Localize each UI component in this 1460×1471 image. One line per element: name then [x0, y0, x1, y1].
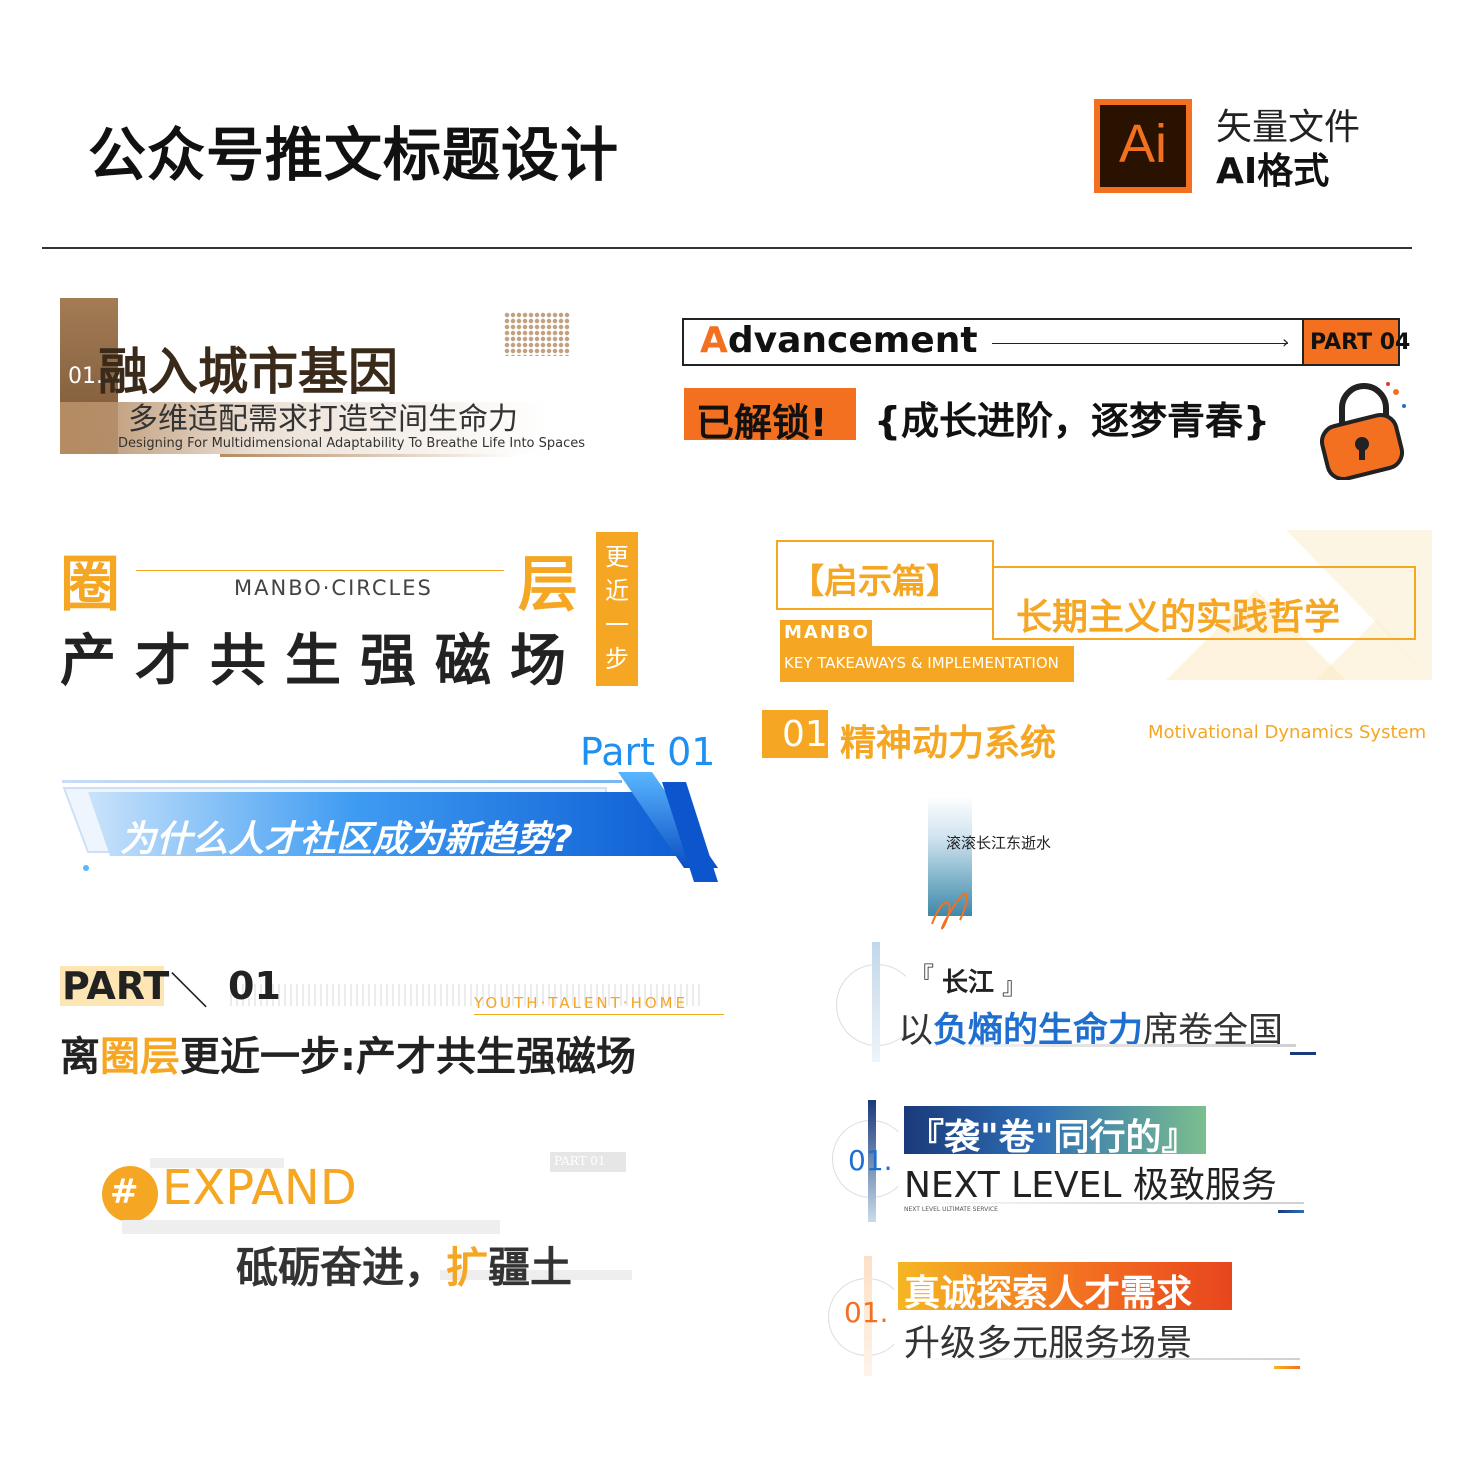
card-circles: 圈 MANBO·CIRCLES 层 产才共生强磁场 更近一步 — [58, 530, 648, 700]
expand-hash-circle: # — [102, 1166, 158, 1222]
card-motivation: 01 精神动力系统 Motivational Dynamics System — [762, 704, 1426, 764]
advancement-initial: A — [700, 320, 728, 361]
circles-line — [136, 570, 504, 571]
circles-english: MANBO·CIRCLES — [234, 576, 433, 600]
dot-pattern — [504, 312, 570, 356]
padlock-icon — [1319, 382, 1406, 480]
part01-title-c: 更近一步:产才共生强磁场 — [180, 1034, 636, 1080]
next-level-highlight: 『袭"卷"同行的』 — [908, 1117, 1198, 1158]
motivation-number-box: 01 — [762, 710, 828, 758]
advancement-rest: dvancement — [727, 320, 978, 361]
unlocked-label: 已解锁! — [696, 401, 828, 445]
yangtze-bracket-open: 『 — [910, 962, 934, 990]
part01-title: 离圈层更近一步:产才共生强磁场 — [60, 1024, 636, 1082]
card-yangtze: 『 长江 』 以负熵的生命力席卷全国 — [834, 942, 1334, 1066]
yangtze-underline — [896, 1044, 1296, 1047]
part01-title-a: 离 — [60, 1034, 100, 1080]
trend-title: 为什么人才社区成为新趋势? — [120, 819, 573, 860]
vertical-tag: 更近一步 — [596, 532, 638, 686]
manbo-badge: MANBO — [780, 620, 872, 646]
part01-english: YOUTH·TALENT·HOME — [474, 994, 689, 1012]
river-caption: 滚滚长江东逝水 — [946, 834, 1052, 852]
ai-logo: Ai — [1094, 99, 1192, 193]
talent-needs-underline — [900, 1358, 1300, 1360]
manbo-label: MANBO — [784, 622, 870, 643]
yangtze-accent-mark — [1290, 1052, 1316, 1055]
part01-slash: ＼ — [170, 969, 209, 1013]
page-title: 公众号推文标题设计 — [88, 121, 620, 189]
takeaways-badge: KEY TAKEAWAYS & IMPLEMENTATION — [780, 646, 1074, 682]
ai-format-label: AI格式 — [1216, 151, 1330, 192]
signature-scribble-icon — [931, 892, 968, 930]
part01-orange-line — [474, 1014, 724, 1015]
expand-part-label: PART 01 — [554, 1154, 606, 1168]
talent-needs-number: 01. — [844, 1296, 889, 1329]
yangtze-vertical-bar — [872, 942, 880, 1062]
card-part01: PART ＼ 01 YOUTH·TALENT·HOME 离圈层更近一步:产才共生… — [60, 960, 740, 1080]
card-river: 滚滚长江东逝水 — [906, 796, 1106, 946]
part01-number: 01 — [228, 964, 281, 1008]
motivation-title: 精神动力系统 — [840, 723, 1057, 764]
vertical-tag-label: 更近一步 — [605, 543, 629, 673]
expand-text: 砥砺奋进，扩疆土 — [236, 1234, 572, 1295]
card1-subtitle: 多维适配需求打造空间生命力 — [128, 402, 518, 437]
part01-title-b: 圈层 — [100, 1034, 180, 1080]
header-divider — [42, 247, 1412, 249]
insights-bracket-title: 【启示篇】 — [790, 562, 960, 602]
next-level-line2: NEXT LEVEL 极致服务 — [904, 1165, 1277, 1206]
brown-underline — [220, 454, 520, 457]
card2-slogan: {成长进阶，逐梦青春} — [874, 399, 1271, 443]
card-trend: Part 01 为什么人才社区成为新趋势? — [58, 728, 728, 888]
card-talent-needs: 01. 真诚探索人才需求 升级多元服务场景 — [828, 1256, 1328, 1382]
circle-char: 圈 — [60, 550, 120, 620]
card-expand: # EXPAND PART 01 砥砺奋进，扩疆土 — [100, 1148, 640, 1298]
insights-title: 长期主义的实践哲学 — [1016, 597, 1341, 638]
arrow-line — [992, 343, 1288, 344]
expand-word: EXPAND — [162, 1160, 357, 1216]
talent-needs-highlight: 真诚探索人才需求 — [904, 1273, 1193, 1314]
expand-hash: # — [110, 1172, 139, 1212]
next-level-underline — [904, 1202, 1304, 1204]
unlocked-badge: 已解锁! — [684, 388, 856, 445]
part04-badge: PART 04 — [1302, 318, 1410, 366]
yangtze-bracket-close: 』 — [1002, 972, 1026, 1000]
expand-text-b: 扩 — [446, 1243, 489, 1292]
card-advancement: Advancement › PART 04 已解锁! {成长进阶，逐梦青春} — [682, 316, 1422, 486]
motivation-english: Motivational Dynamics System — [1148, 722, 1427, 743]
expand-text-a: 砥砺奋进， — [236, 1243, 447, 1292]
takeaways-label: KEY TAKEAWAYS & IMPLEMENTATION — [784, 654, 1059, 672]
ai-logo-text: Ai — [1118, 114, 1167, 174]
card-insights: 【启示篇】 长期主义的实践哲学 MANBO KEY TAKEAWAYS & IM… — [774, 530, 1434, 692]
motivation-number: 01 — [782, 714, 828, 755]
expand-part-tag: PART 01 — [550, 1152, 626, 1172]
card-city-gene: 01. 融入城市基因 多维适配需求打造空间生命力 Designing For M… — [60, 298, 585, 458]
expand-text-c: 疆土 — [488, 1243, 573, 1292]
advancement-word: Advancement — [700, 320, 978, 361]
next-level-number: 01. — [848, 1144, 893, 1177]
next-level-tiny: NEXT LEVEL ULTIMATE SERVICE — [904, 1206, 998, 1213]
card1-english: Designing For Multidimensional Adaptabil… — [118, 436, 586, 451]
layer-char: 层 — [518, 550, 578, 620]
trend-part-label: Part 01 — [580, 730, 716, 774]
arrow-head-icon: › — [1282, 332, 1290, 353]
next-level-accent-mark — [1278, 1210, 1304, 1213]
card-next-level: 01. 『袭"卷"同行的』 NEXT LEVEL 极致服务 NEXT LEVEL… — [832, 1100, 1332, 1226]
yangtze-word: 长江 — [942, 968, 995, 998]
circles-main-title: 产才共生强磁场 — [60, 628, 585, 694]
part01-word: PART — [62, 964, 170, 1008]
expand-grey-bar-mid — [122, 1220, 500, 1234]
talent-needs-accent-mark — [1274, 1366, 1300, 1369]
part04-label: PART 04 — [1310, 330, 1411, 355]
